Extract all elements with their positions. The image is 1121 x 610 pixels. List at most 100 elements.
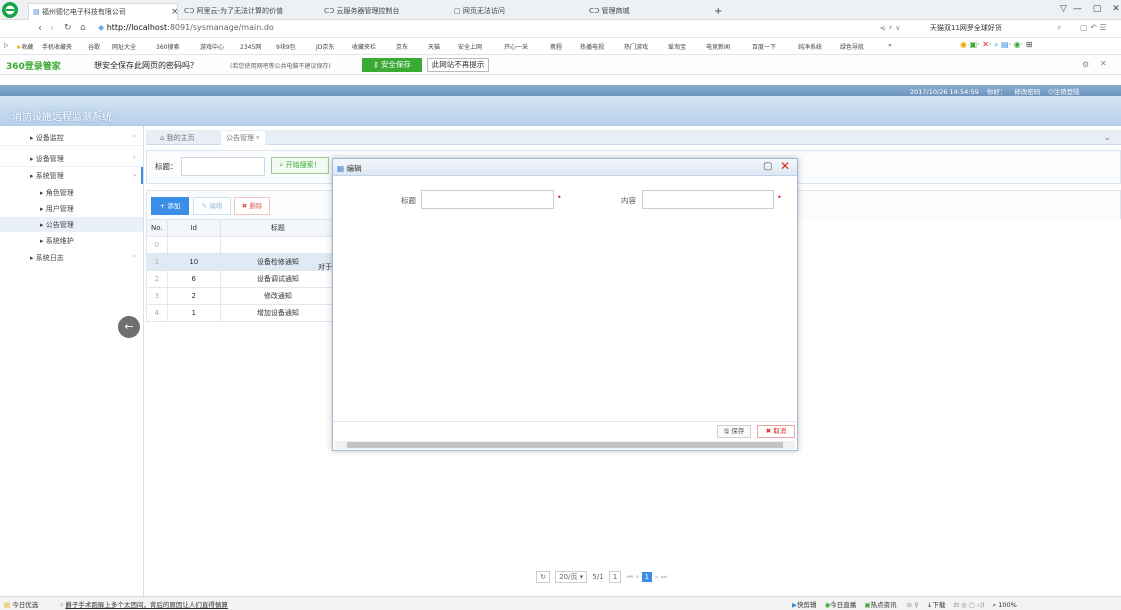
- fav-more-button[interactable]: »: [888, 42, 892, 49]
- cancel-button[interactable]: ✖ 取消: [757, 425, 795, 438]
- table-row[interactable]: 0: [146, 236, 337, 254]
- close-tab-icon[interactable]: ×: [171, 4, 177, 20]
- sidebar-toggle-icon[interactable]: ▷: [4, 42, 9, 49]
- fav-item[interactable]: 天猫: [428, 42, 440, 51]
- change-password-link[interactable]: 修改密码: [1014, 88, 1040, 96]
- misc-icons[interactable]: ⊘ ⚲: [907, 601, 919, 609]
- start-search-button[interactable]: ⌕ 开始搜索！: [271, 157, 329, 174]
- extension-icons[interactable]: ◉ ▣· ✕· ⌕ ▤· ◉· ⊞: [960, 40, 1032, 50]
- current-page[interactable]: 1: [641, 572, 653, 582]
- table-row[interactable]: 4 1 增加设备通知: [146, 304, 337, 322]
- fav-item[interactable]: 爱淘宝: [668, 42, 686, 51]
- sidebar-item-role[interactable]: ▸ 角色管理: [40, 188, 74, 198]
- tab-home[interactable]: ⌂ 我的主页: [160, 131, 195, 145]
- maximize-button[interactable]: ▢: [1093, 4, 1102, 14]
- fav-item[interactable]: JD京东: [316, 42, 334, 51]
- status-item[interactable]: ◉今日直播: [825, 601, 857, 609]
- zoom-control[interactable]: ⌕ 100%: [993, 601, 1017, 609]
- column-header-title[interactable]: 标题: [219, 219, 337, 237]
- fav-item[interactable]: 谷歌: [88, 42, 100, 51]
- field-title-input[interactable]: [421, 190, 554, 209]
- forward-icon[interactable]: ›: [50, 23, 54, 34]
- pin-icon[interactable]: ▽: [1060, 4, 1067, 14]
- fav-item[interactable]: 网址大全: [112, 42, 136, 51]
- page-size-select[interactable]: 20/页 ▾: [555, 571, 588, 583]
- refresh-page-icon[interactable]: ↻: [536, 571, 550, 583]
- last-page-icon[interactable]: ⏭: [661, 573, 667, 581]
- tab-console[interactable]: ᑕᑐ 云服务器管理控制台: [320, 3, 440, 20]
- fav-item[interactable]: 纯净系统: [798, 42, 822, 51]
- prev-page-icon[interactable]: «: [635, 573, 639, 581]
- fav-item[interactable]: 360搜索: [156, 42, 179, 51]
- fav-item[interactable]: 手机收藏夹: [42, 42, 72, 51]
- logout-link[interactable]: ⏻注销登陆: [1048, 88, 1079, 96]
- status-item[interactable]: ▣热点资讯: [864, 601, 896, 609]
- close-tab-icon[interactable]: ×: [254, 135, 260, 141]
- fav-item[interactable]: 开心一采: [504, 42, 528, 51]
- minimize-button[interactable]: —: [1073, 4, 1082, 14]
- sidebar-item-device-manage[interactable]: ▸ 设备管理 ›: [0, 150, 143, 167]
- table-row[interactable]: 1 10 设备检修通知: [146, 253, 337, 271]
- horizontal-scrollbar[interactable]: [335, 441, 795, 449]
- table-row[interactable]: 3 2 修改通知: [146, 287, 337, 305]
- menu-icons[interactable]: ▢ ↶ ☰: [1080, 23, 1107, 32]
- tab-mall[interactable]: ᑕᑐ 管理商城: [585, 3, 705, 20]
- fav-item[interactable]: 京东: [396, 42, 408, 51]
- fav-item[interactable]: 热播电视: [580, 42, 604, 51]
- secure-save-button[interactable]: ⚷ 安全保存: [362, 58, 422, 72]
- fav-item[interactable]: 携程: [550, 42, 562, 51]
- tab-notice[interactable]: 公告管理 ×: [221, 131, 265, 145]
- fav-item[interactable]: 绿色导航: [840, 42, 864, 51]
- news-ticker[interactable]: ▿ 爵子手术跑躲上多个太团间，背后的原因让人们直得慎算: [60, 599, 228, 609]
- fav-item[interactable]: 收藏夹栏: [352, 42, 376, 51]
- collapse-sidebar-button[interactable]: ←: [118, 316, 140, 338]
- settings-icon[interactable]: ⚙: [1082, 60, 1089, 69]
- never-prompt-button[interactable]: 此网站不再提示: [427, 58, 489, 72]
- tab-unreachable[interactable]: ▢ 网页无法访问: [450, 3, 570, 20]
- tab-aliyun[interactable]: ᑕᑐ 阿里云-为了无法计算的价值: [180, 3, 310, 20]
- fav-item[interactable]: 2345网: [240, 42, 261, 51]
- url-field[interactable]: ◈ http://localhost:8091/sysmanage/main.d…: [98, 23, 878, 36]
- fav-item[interactable]: 游戏中心: [200, 42, 224, 51]
- new-tab-button[interactable]: +: [710, 3, 730, 20]
- next-page-icon[interactable]: »: [654, 573, 658, 581]
- status-item[interactable]: ▶快剪辑: [792, 601, 817, 609]
- table-row[interactable]: 2 6 设备调试通知: [146, 270, 337, 288]
- tab-dropdown-icon[interactable]: ⌄: [1104, 133, 1111, 142]
- search-icon[interactable]: ⌕: [1057, 23, 1061, 33]
- back-icon[interactable]: ‹: [38, 23, 42, 34]
- close-bar-icon[interactable]: ✕: [1100, 59, 1107, 68]
- field-content-input[interactable]: [642, 190, 774, 209]
- sidebar-item-logs[interactable]: ▸ 系统日志 ›: [0, 249, 143, 266]
- fav-item[interactable]: 安全上网: [458, 42, 482, 51]
- fav-item[interactable]: 电竞新闻: [706, 42, 730, 51]
- browser-logo-icon[interactable]: [0, 0, 20, 20]
- search-field[interactable]: 天猫双11网罗全球好货: [930, 23, 1050, 36]
- home-icon[interactable]: ⌂: [80, 23, 86, 33]
- sidebar-item-system-manage[interactable]: ▸ 系统管理 ⌄: [0, 167, 143, 184]
- search-title-input[interactable]: [181, 157, 265, 176]
- today-picks[interactable]: ▤ 今日优选: [4, 599, 38, 609]
- delete-button[interactable]: ✖ 删除: [234, 197, 270, 215]
- tab-company[interactable]: ▤ 福州德亿电子科技有限公司 ×: [28, 3, 178, 20]
- fav-item[interactable]: 9块9包: [276, 42, 296, 51]
- edit-button[interactable]: ✎ 编辑: [193, 197, 231, 215]
- add-button[interactable]: + 添加: [151, 197, 189, 215]
- share-icon[interactable]: ≼ ⚡ ∨: [880, 24, 900, 32]
- save-button[interactable]: 🖫 保存: [717, 425, 751, 438]
- maximize-dialog-icon[interactable]: ▢: [763, 161, 772, 172]
- sidebar-item-user[interactable]: ▸ 用户管理: [40, 204, 74, 214]
- fav-item[interactable]: ★收藏: [16, 42, 33, 51]
- refresh-icon[interactable]: ↻: [64, 23, 72, 33]
- tool-icons[interactable]: ⊟ ◎ ▢ ◁): [953, 601, 984, 609]
- first-page-icon[interactable]: ⏮: [627, 573, 633, 581]
- close-dialog-icon[interactable]: ✕: [780, 159, 790, 173]
- page-input[interactable]: 1: [608, 571, 622, 583]
- close-window-button[interactable]: ✕: [1112, 4, 1120, 14]
- column-header-id[interactable]: Id: [166, 219, 221, 237]
- fav-item[interactable]: 百度一下: [752, 42, 776, 51]
- download-button[interactable]: ↓下载: [927, 601, 945, 609]
- scrollbar-thumb[interactable]: [347, 442, 783, 448]
- fav-item[interactable]: 热门游戏: [624, 42, 648, 51]
- sidebar-item-device-monitor[interactable]: ▸ 设备监控 ›: [0, 129, 143, 146]
